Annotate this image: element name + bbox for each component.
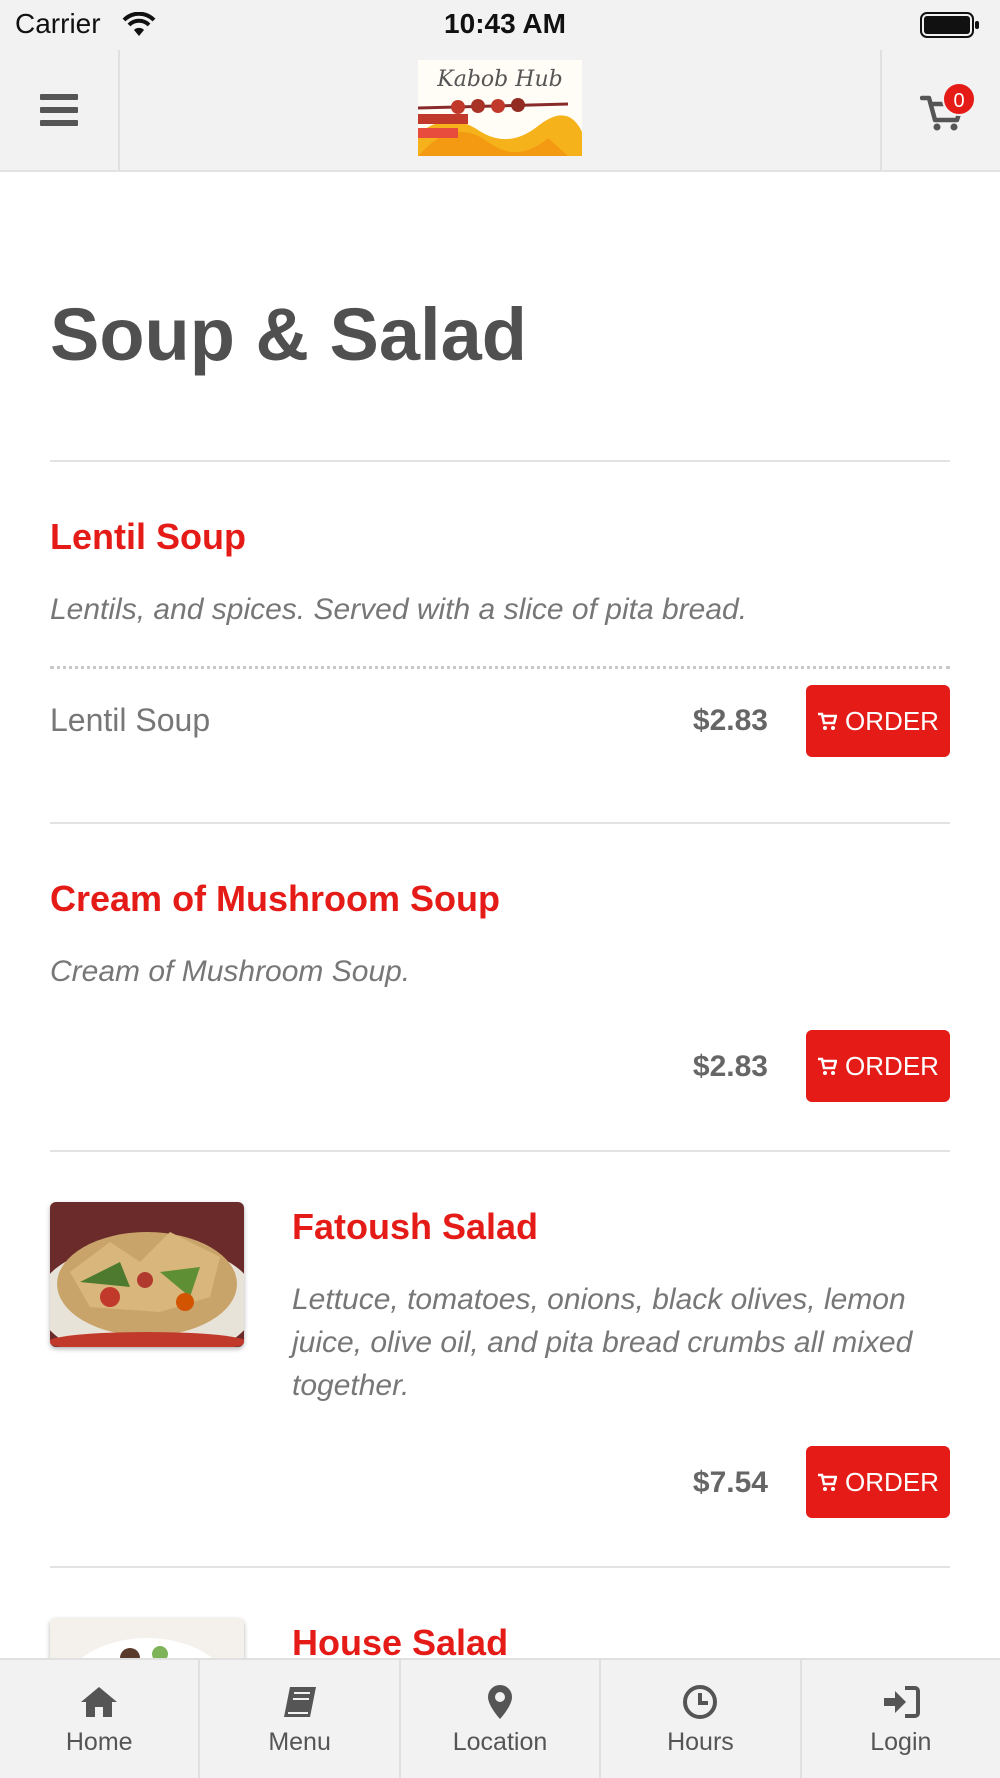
item-price: $2.83 [692, 704, 768, 737]
restaurant-logo[interactable]: Kabob Hub [418, 60, 582, 156]
hamburger-menu-button[interactable] [0, 50, 120, 170]
tab-hours[interactable]: Hours [601, 1660, 802, 1778]
item-title-cream-of-mushroom-soup[interactable]: Cream of Mushroom Soup [50, 878, 500, 920]
section-divider [50, 460, 950, 462]
hamburger-icon [40, 94, 78, 126]
cart-icon [818, 1473, 838, 1491]
cart-icon [818, 1057, 838, 1075]
tab-menu[interactable]: Menu [200, 1660, 401, 1778]
order-button-label: ORDER [845, 705, 939, 736]
cart-icon [818, 712, 838, 730]
menu-content[interactable]: Soup & Salad Lentil Soup Lentils, and sp… [0, 172, 1000, 1658]
dotted-separator [50, 666, 950, 669]
tab-home[interactable]: Home [0, 1660, 201, 1778]
status-bar: Carrier 10:43 AM [0, 0, 1000, 50]
home-icon [81, 1687, 118, 1717]
battery-icon [920, 12, 979, 38]
item-title-fatoush-salad[interactable]: Fatoush Salad [292, 1206, 538, 1248]
salad-image [50, 1202, 244, 1347]
item-price: $7.54 [692, 1466, 768, 1499]
tab-location[interactable]: Location [401, 1660, 602, 1778]
tab-menu-label: Menu [268, 1728, 331, 1756]
sign-in-icon [883, 1686, 920, 1718]
tab-home-label: Home [65, 1728, 133, 1756]
fatoush-salad-photo[interactable] [50, 1202, 244, 1347]
tab-location-label: Location [452, 1728, 548, 1756]
order-button-cream-of-mushroom-soup[interactable]: ORDER [806, 1030, 950, 1102]
item-description: Cream of Mushroom Soup. [50, 955, 411, 988]
item-divider [50, 1566, 950, 1568]
salad-image [50, 1618, 244, 1658]
tab-login-label: Login [870, 1728, 932, 1756]
item-divider [50, 1150, 950, 1152]
item-description: Lettuce, tomatoes, onions, black olives,… [292, 1283, 913, 1402]
item-description: Lentils, and spices. Served with a slice… [50, 593, 748, 626]
page-title: Soup & Salad [50, 293, 527, 376]
tab-login[interactable]: Login [802, 1660, 1000, 1778]
cart-count-badge: 0 [942, 82, 976, 116]
item-size-label: Lentil Soup [50, 702, 211, 738]
app-header: Kabob Hub 0 [0, 50, 1000, 172]
order-button-label: ORDER [845, 1050, 939, 1081]
order-button-label: ORDER [845, 1466, 939, 1497]
item-title-house-salad[interactable]: House Salad [292, 1622, 508, 1658]
status-time: 10:43 AM [444, 8, 566, 39]
book-icon [283, 1687, 316, 1717]
order-button-lentil-soup[interactable]: ORDER [806, 685, 950, 757]
house-salad-photo[interactable] [50, 1618, 244, 1658]
cart-button[interactable]: 0 [880, 50, 1000, 170]
item-title-lentil-soup[interactable]: Lentil Soup [50, 516, 246, 558]
map-pin-icon [488, 1685, 513, 1719]
order-button-fatoush-salad[interactable]: ORDER [806, 1446, 950, 1518]
tab-hours-label: Hours [667, 1728, 734, 1756]
bottom-tab-bar: Home Menu Location Hours Login [0, 1658, 1000, 1778]
clock-icon [683, 1685, 718, 1719]
item-price: $2.83 [692, 1050, 768, 1083]
logo-image: Kabob Hub [418, 60, 582, 156]
item-divider [50, 822, 950, 824]
logo-text: Kabob Hub [436, 67, 562, 92]
